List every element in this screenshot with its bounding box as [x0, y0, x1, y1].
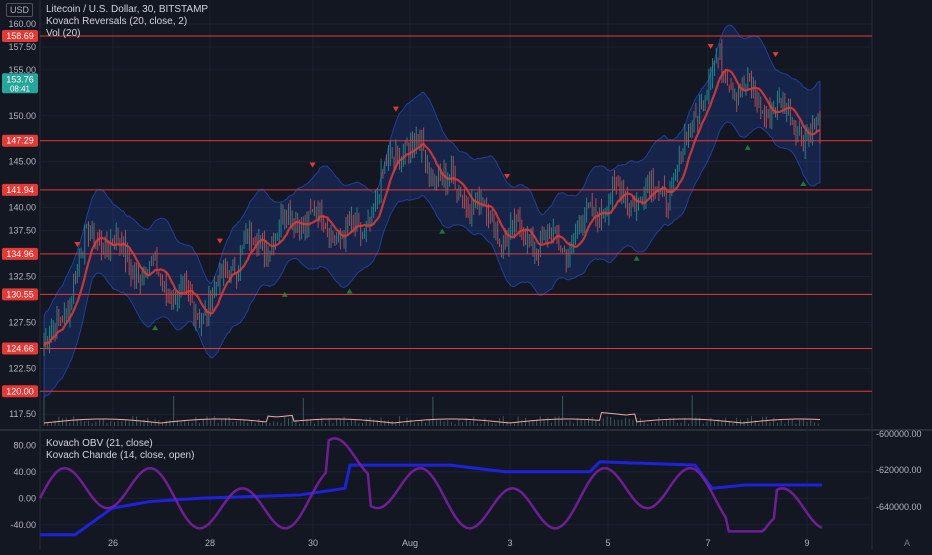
x-tick-label: 26	[108, 538, 118, 548]
y-tick-label: 137.50	[8, 226, 36, 236]
symbol-title[interactable]: Litecoin / U.S. Dollar, 30, BITSTAMP	[46, 4, 208, 16]
x-tick-label: 7	[705, 538, 710, 548]
x-tick-label: 30	[308, 538, 318, 548]
y-tick-label: 132.50	[8, 272, 36, 282]
sub-legend: Kovach OBV (21, close) Kovach Chande (14…	[46, 438, 194, 462]
price-chart-svg[interactable]: 262830Aug3579160.00157.50155.00150.00145…	[0, 0, 932, 550]
last-price-label: 153.76	[6, 74, 34, 84]
level-label: 147.29	[6, 136, 34, 146]
indicator-kovach-chande[interactable]: Kovach Chande (14, close, open)	[46, 450, 194, 462]
last-price-time: 08:41	[10, 84, 31, 93]
sub-left-tick-label: 80.00	[13, 440, 36, 450]
sub-right-tick-label: -600000.00	[876, 429, 922, 439]
indicator-kovach-reversals[interactable]: Kovach Reversals (20, close, 2)	[46, 16, 208, 28]
level-label: 120.00	[6, 386, 34, 396]
sub-left-tick-label: 0.00	[18, 493, 36, 503]
y-tick-label: 127.50	[8, 317, 36, 327]
y-tick-label: 150.00	[8, 111, 36, 121]
y-tick-label: 145.00	[8, 157, 36, 167]
level-label: 141.94	[6, 185, 34, 195]
x-tick-label: 9	[804, 538, 809, 548]
level-label: 124.66	[6, 343, 34, 353]
x-tick-label: Aug	[402, 538, 418, 548]
level-label: 130.55	[6, 289, 34, 299]
level-label: 134.96	[6, 249, 34, 259]
currency-badge[interactable]: USD	[6, 3, 33, 17]
x-tick-label: 5	[605, 538, 610, 548]
sub-left-tick-label: -40.00	[10, 520, 36, 530]
y-tick-label: 140.00	[8, 203, 36, 213]
y-tick-label: 117.50	[9, 409, 36, 419]
sub-right-tick-label: -640000.00	[876, 502, 922, 512]
y-tick-label: 157.50	[8, 42, 36, 52]
x-tick-label: 28	[205, 538, 215, 548]
y-tick-label: 160.00	[8, 19, 36, 29]
indicator-kovach-obv[interactable]: Kovach OBV (21, close)	[46, 438, 194, 450]
auto-scale-button[interactable]: A	[904, 538, 910, 548]
level-label: 158.69	[6, 31, 34, 41]
y-tick-label: 122.50	[8, 363, 36, 373]
chart-area[interactable]: 262830Aug3579160.00157.50155.00150.00145…	[0, 0, 932, 550]
indicator-volume[interactable]: Vol (20)	[46, 28, 208, 40]
sub-right-tick-label: -620000.00	[876, 465, 922, 475]
main-legend: Litecoin / U.S. Dollar, 30, BITSTAMP Kov…	[46, 4, 208, 40]
x-tick-label: 3	[507, 538, 512, 548]
sub-left-tick-label: 40.00	[13, 467, 36, 477]
